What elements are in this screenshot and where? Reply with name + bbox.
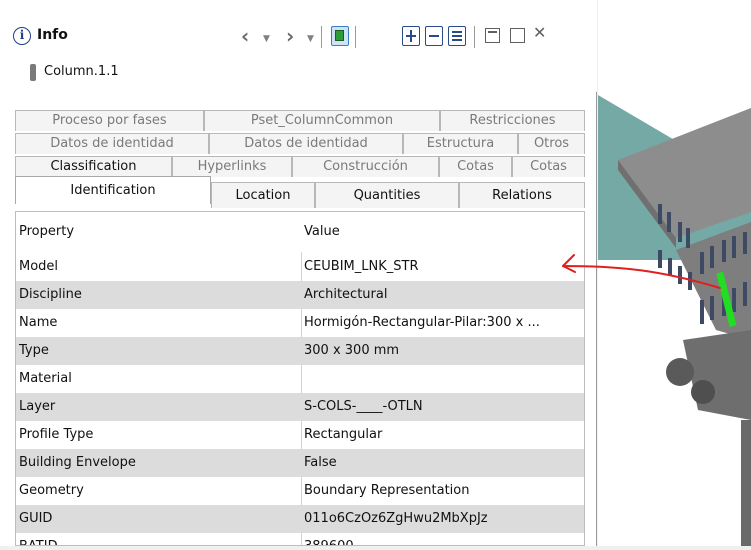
base-cylinder [666, 358, 694, 386]
table-row[interactable]: Material [16, 365, 584, 393]
header-value[interactable]: Value [301, 212, 584, 252]
tab-location[interactable]: Location [211, 182, 315, 208]
toolbar-separator [474, 26, 475, 48]
info-panel: i Info ‹ ▼ › ▼ ✕ Column.1.1 Proceso por … [0, 0, 597, 546]
float-window-icon[interactable] [485, 28, 500, 43]
tab-otros[interactable]: Otros [518, 133, 585, 154]
table-row[interactable]: GUID 011o6CzOz6ZgHwu2MbXpJz [16, 505, 584, 533]
table-row[interactable]: Model CEUBIM_LNK_STR [16, 253, 584, 281]
property-cell: Geometry [19, 483, 84, 498]
property-cell: Layer [19, 399, 56, 414]
value-cell: 011o6CzOz6ZgHwu2MbXpJz [304, 511, 488, 526]
property-cell: Profile Type [19, 427, 94, 442]
property-cell: GUID [19, 511, 53, 526]
expand-all-icon[interactable] [402, 26, 420, 46]
model-view [598, 95, 751, 546]
property-cell: Discipline [19, 287, 82, 302]
value-cell: S-COLS-____-OTLN [304, 399, 423, 414]
tab-classification[interactable]: Classification [15, 156, 172, 177]
tab-construccion[interactable]: Construcción [292, 156, 439, 177]
table-row[interactable]: Geometry Boundary Representation [16, 477, 584, 505]
property-cell: Name [19, 315, 58, 330]
tab-pset-columncommon[interactable]: Pset_ColumnCommon [204, 110, 440, 131]
table-row[interactable]: Type 300 x 300 mm [16, 337, 584, 365]
element-name: Column.1.1 [44, 64, 119, 79]
tab-datos-de-identidad-2[interactable]: Datos de identidad [209, 133, 403, 154]
forward-dropdown-icon[interactable]: ▼ [307, 30, 314, 48]
value-cell: Rectangular [304, 427, 383, 442]
table-row[interactable]: BATID 389600 [16, 533, 584, 545]
header-property[interactable]: Property [16, 212, 301, 252]
tab-cotas-2[interactable]: Cotas [512, 156, 585, 177]
property-cell: BATID [16, 533, 301, 545]
base-cylinder [691, 380, 715, 404]
tab-cotas[interactable]: Cotas [439, 156, 512, 177]
toolbar-separator [355, 26, 356, 48]
value-cell: Hormigón-Rectangular-Pilar:300 x ... [304, 315, 540, 330]
tab-restricciones[interactable]: Restricciones [440, 110, 585, 131]
info-icon: i [13, 27, 31, 45]
tab-datos-de-identidad[interactable]: Datos de identidad [15, 133, 209, 154]
panel-title: Info [37, 27, 68, 43]
close-icon[interactable]: ✕ [533, 23, 546, 42]
sync-selection-icon[interactable] [331, 26, 349, 46]
panel-header: i Info ‹ ▼ › ▼ ✕ Column.1.1 [0, 0, 597, 92]
tab-relations[interactable]: Relations [459, 182, 585, 208]
tab-proceso-por-fases[interactable]: Proceso por fases [15, 110, 204, 131]
base-pillar [741, 420, 751, 546]
table-row[interactable]: Discipline Architectural [16, 281, 584, 309]
forward-arrow-icon[interactable]: › [286, 26, 294, 46]
value-cell: CEUBIM_LNK_STR [304, 259, 419, 274]
property-cell: Material [19, 371, 72, 386]
property-cell: Type [19, 343, 49, 358]
value-cell: 389600 [301, 533, 584, 545]
property-grid: Property Value Model CEUBIM_LNK_STR Disc… [15, 211, 585, 546]
tab-estructura[interactable]: Estructura [403, 133, 518, 154]
tab-identification[interactable]: Identification [15, 176, 211, 204]
toolbar-separator [321, 26, 322, 48]
back-dropdown-icon[interactable]: ▼ [263, 30, 270, 48]
maximize-icon[interactable] [510, 28, 525, 43]
collapse-all-icon[interactable] [425, 26, 443, 46]
value-cell: Boundary Representation [304, 483, 470, 498]
back-arrow-icon[interactable]: ‹ [241, 26, 249, 46]
value-cell: Architectural [304, 287, 388, 302]
column-icon [30, 64, 36, 81]
property-cell: Model [19, 259, 59, 274]
3d-viewport[interactable] [598, 0, 751, 546]
table-row[interactable]: Profile Type Rectangular [16, 421, 584, 449]
grid-header: Property Value [16, 212, 584, 252]
table-row[interactable]: Building Envelope False [16, 449, 584, 477]
table-row[interactable]: Name Hormigón-Rectangular-Pilar:300 x ..… [16, 309, 584, 337]
tab-quantities[interactable]: Quantities [315, 182, 459, 208]
value-cell [301, 365, 584, 393]
table-row[interactable]: Layer S-COLS-____-OTLN [16, 393, 584, 421]
tab-hyperlinks[interactable]: Hyperlinks [172, 156, 292, 177]
value-cell: False [304, 455, 337, 470]
value-cell: 300 x 300 mm [304, 343, 400, 358]
list-view-icon[interactable] [448, 26, 466, 46]
property-cell: Building Envelope [19, 455, 136, 470]
